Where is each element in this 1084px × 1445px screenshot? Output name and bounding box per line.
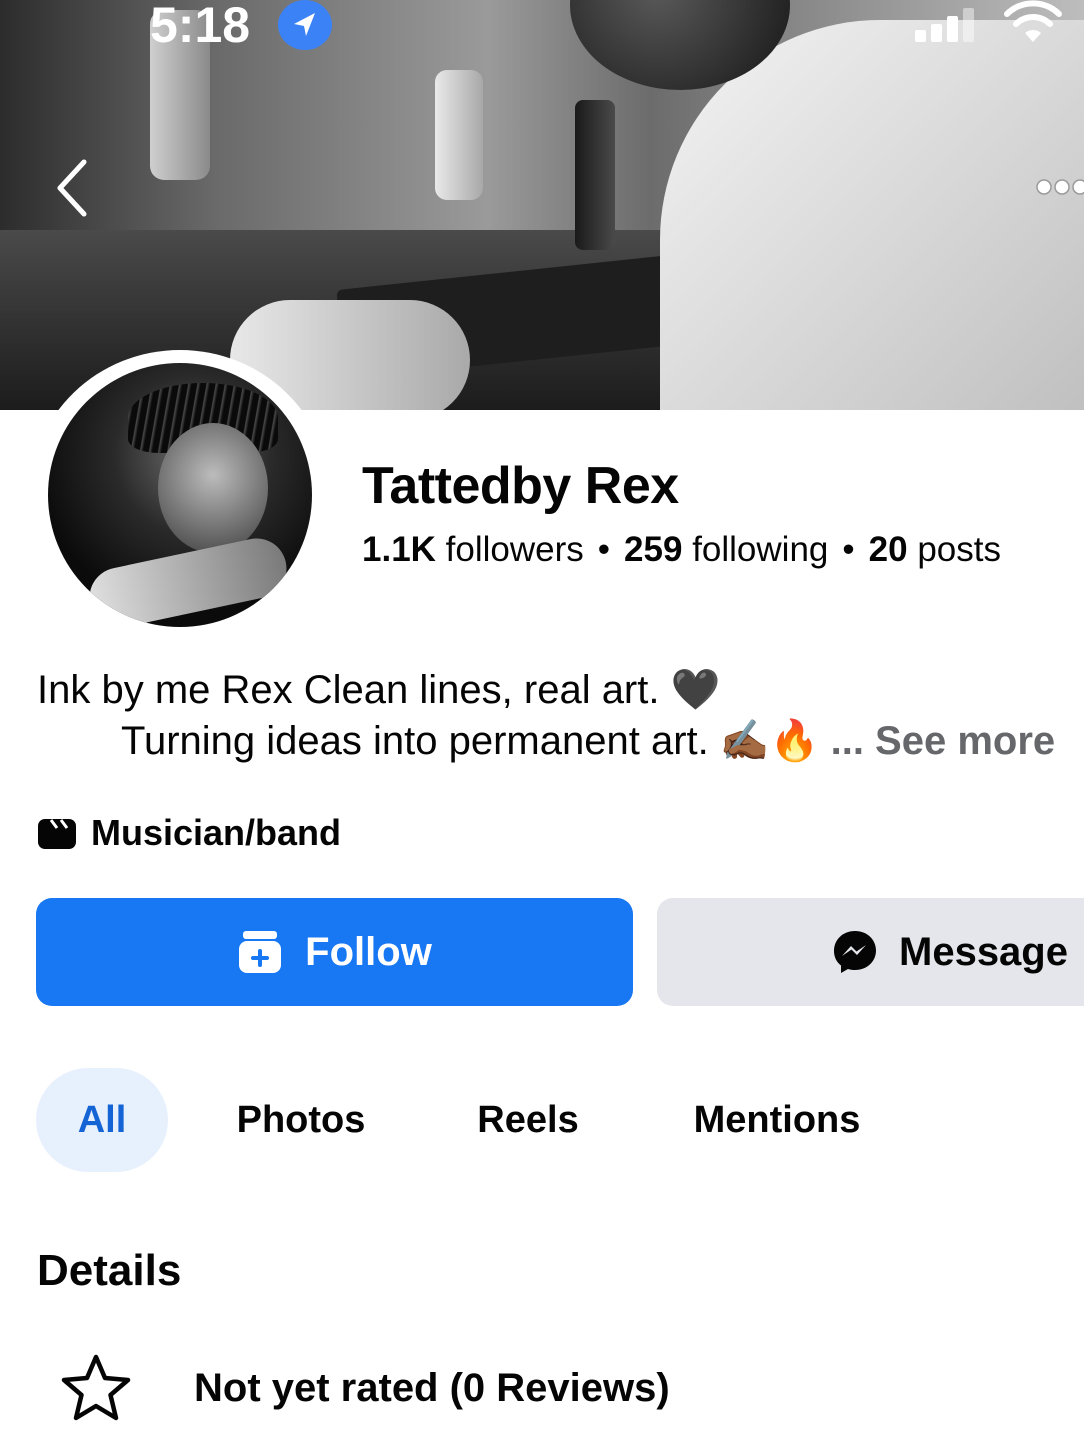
location-arrow-icon	[278, 0, 332, 50]
tab-label: Reels	[477, 1098, 579, 1141]
cover-photo-bottle	[575, 100, 615, 250]
tab-label: Photos	[236, 1098, 366, 1141]
clapperboard-icon	[38, 819, 76, 849]
tab-all[interactable]: All	[36, 1068, 168, 1172]
tab-label: All	[77, 1098, 127, 1141]
profile-category: Musician/band	[37, 812, 341, 854]
posts-label: posts	[917, 530, 1001, 569]
cover-photo[interactable]	[0, 0, 1084, 410]
ellipsis-icon	[1036, 179, 1084, 195]
details-heading: Details	[37, 1246, 182, 1295]
posts-count: 20	[868, 530, 908, 569]
see-more-link[interactable]: ... See more	[831, 719, 1056, 763]
bio-line-2: Turning ideas into permanent art. ✍🏾🔥	[121, 719, 820, 763]
more-options-button[interactable]	[1034, 172, 1084, 202]
followers-label: followers	[445, 530, 584, 569]
stats-separator: •	[597, 530, 611, 569]
profile-stats: 1.1K followers • 259 following • 20 posts	[362, 530, 1084, 570]
following-link[interactable]: 259 following	[624, 530, 828, 569]
following-count: 259	[624, 530, 683, 569]
rating-text: Not yet rated (0 Reviews)	[194, 1365, 670, 1410]
followers-link[interactable]: 1.1K followers	[362, 530, 584, 569]
follow-label: Follow	[305, 929, 432, 974]
avatar-face	[158, 423, 268, 553]
message-label: Message	[899, 929, 1068, 974]
star-icon	[61, 1354, 131, 1421]
tab-mentions[interactable]: Mentions	[662, 1068, 892, 1172]
stats-separator: •	[842, 530, 855, 569]
tab-reels[interactable]: Reels	[452, 1068, 604, 1172]
profile-avatar[interactable]	[48, 363, 312, 627]
rating-row[interactable]: Not yet rated (0 Reviews)	[60, 1352, 670, 1424]
category-label: Musician/band	[91, 812, 342, 853]
cellular-signal-icon	[915, 8, 985, 42]
back-button[interactable]	[48, 150, 98, 220]
cover-photo-bottle	[435, 70, 483, 200]
wifi-icon	[1002, 0, 1064, 44]
posts-link[interactable]: 20 posts	[869, 530, 1001, 569]
tab-photos[interactable]: Photos	[210, 1068, 392, 1172]
message-button[interactable]: Message	[657, 898, 1084, 1006]
profile-name: Tattedby Rex	[362, 457, 679, 515]
profile-bio: Ink by me Rex Clean lines, real art. 🖤 T…	[37, 665, 1084, 767]
followers-count: 1.1K	[362, 530, 436, 569]
tab-label: Mentions	[693, 1098, 861, 1141]
chevron-left-icon	[57, 159, 87, 217]
messenger-icon	[834, 931, 876, 973]
following-label: following	[692, 530, 829, 569]
follow-page-icon	[239, 931, 282, 973]
bio-line-1: Ink by me Rex Clean lines, real art. 🖤	[37, 668, 721, 712]
follow-button[interactable]: Follow	[36, 898, 633, 1006]
status-bar-time: 5:18	[150, 0, 251, 53]
